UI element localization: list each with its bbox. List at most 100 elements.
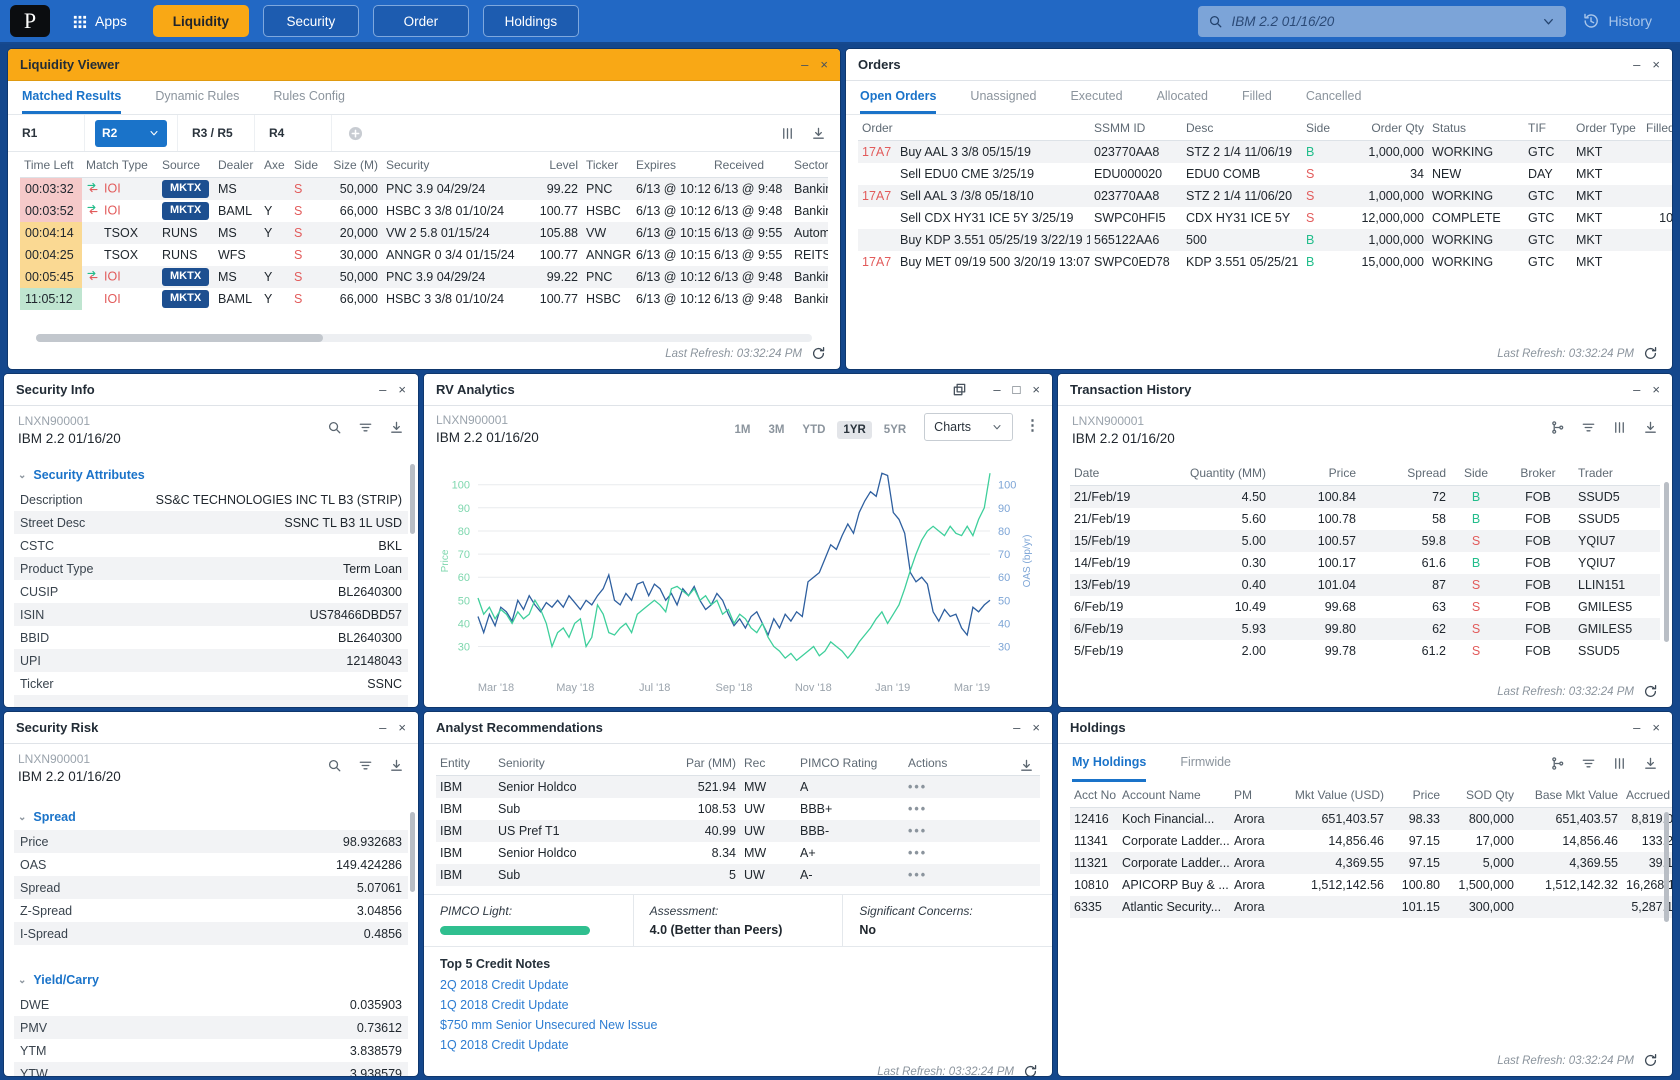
- rule-tab-r3-r5[interactable]: R3 / R5: [177, 115, 255, 151]
- attribute-row[interactable]: YTM3.838579: [14, 1039, 408, 1062]
- range-1yr[interactable]: 1YR: [837, 421, 871, 439]
- attribute-row[interactable]: PMV0.73612: [14, 1016, 408, 1039]
- analyst-row[interactable]: IBMSenior Holdco521.94 MWA •••: [436, 776, 1040, 799]
- refresh-icon[interactable]: [1643, 346, 1658, 361]
- vertical-scrollbar[interactable]: [410, 812, 415, 892]
- filter-icon[interactable]: [1581, 420, 1596, 435]
- minimize-button[interactable]: –: [1633, 58, 1640, 71]
- attribute-row[interactable]: YTW3.938579: [14, 1062, 408, 1076]
- download-icon[interactable]: [811, 126, 826, 141]
- add-rule-button[interactable]: [348, 126, 363, 141]
- liquidity-row[interactable]: 11:05:12 IOI MKTX BAMLY S 66,000HSBC 3 3…: [20, 288, 828, 310]
- holding-row[interactable]: 10810APICORP Buy & ...Arora 1,512,142.56…: [1070, 874, 1672, 896]
- attribute-row[interactable]: TickerSSNC: [14, 672, 408, 695]
- hierarchy-icon[interactable]: [1550, 756, 1565, 771]
- range-1m[interactable]: 1M: [728, 421, 756, 439]
- attribute-row[interactable]: Spread5.07061: [14, 876, 408, 899]
- transaction-row[interactable]: 5/Feb/192.0099.78 61.2S FOBSSUD5: [1070, 640, 1660, 662]
- attribute-row[interactable]: OAS149.424286: [14, 853, 408, 876]
- tab-open-orders[interactable]: Open Orders: [860, 81, 936, 114]
- scrollbar-thumb[interactable]: [36, 334, 323, 342]
- transaction-row[interactable]: 14/Feb/190.30100.17 61.6B FOBYQIU7: [1070, 552, 1660, 574]
- nav-holdings-button[interactable]: Holdings: [483, 5, 579, 37]
- holding-row[interactable]: 11321Corporate Ladder...Arora 4,369.5597…: [1070, 852, 1672, 874]
- rule-tab-r4[interactable]: R4: [255, 115, 332, 151]
- close-button[interactable]: ×: [398, 721, 406, 734]
- attribute-row[interactable]: ISINUS78466DBD57: [14, 603, 408, 626]
- nav-security-button[interactable]: Security: [263, 5, 359, 37]
- attribute-row[interactable]: Product TypeTerm Loan: [14, 557, 408, 580]
- liquidity-row[interactable]: 00:04:14 TSOX RUNS MSY S 20,000VW 2 5.8 …: [20, 222, 828, 244]
- transaction-row[interactable]: 6/Feb/195.9399.80 62S FOBGMILES5: [1070, 618, 1660, 640]
- row-actions-icon[interactable]: •••: [908, 868, 927, 882]
- holding-row[interactable]: 6335Atlantic Security...Arora 101.15 300…: [1070, 896, 1672, 918]
- minimize-button[interactable]: –: [379, 721, 386, 734]
- liquidity-row[interactable]: 00:05:45 IOI MKTX MSY S 50,000PNC 3.9 04…: [20, 266, 828, 288]
- download-icon[interactable]: [389, 420, 404, 435]
- attribute-row[interactable]: DescriptionSS&C TECHNOLOGIES INC TL B3 (…: [14, 488, 408, 511]
- attribute-row[interactable]: I-Spread0.4856: [14, 922, 408, 945]
- charts-select[interactable]: Charts: [924, 413, 1013, 441]
- filter-icon[interactable]: [358, 758, 373, 773]
- tab-my-holdings[interactable]: My Holdings: [1072, 744, 1146, 782]
- close-button[interactable]: ×: [398, 383, 406, 396]
- close-button[interactable]: ×: [1652, 58, 1660, 71]
- attribute-row[interactable]: DWE0.035903: [14, 993, 408, 1016]
- minimize-button[interactable]: –: [1013, 721, 1020, 734]
- search-icon[interactable]: [327, 420, 342, 435]
- filter-icon[interactable]: [1581, 756, 1596, 771]
- attribute-row[interactable]: Z-Spread3.04856: [14, 899, 408, 922]
- transaction-row[interactable]: 6/Feb/1910.4999.68 63S FOBGMILES5: [1070, 596, 1660, 618]
- range-3m[interactable]: 3M: [762, 421, 790, 439]
- transaction-row[interactable]: 13/Feb/190.40101.04 87S FOBLLIN151: [1070, 574, 1660, 596]
- tab-allocated[interactable]: Allocated: [1157, 81, 1208, 114]
- minimize-button[interactable]: –: [1633, 721, 1640, 734]
- section-yield-carry[interactable]: ⌄Yield/Carry: [4, 967, 418, 993]
- chevron-down-icon[interactable]: [1541, 14, 1556, 29]
- download-icon[interactable]: [389, 758, 404, 773]
- analyst-row[interactable]: IBMSub5 UWA- •••: [436, 864, 1040, 886]
- liquidity-row[interactable]: 00:04:25 TSOX RUNS WFS S 30,000ANNGR 0 3…: [20, 244, 828, 266]
- filter-icon[interactable]: [358, 420, 373, 435]
- tab-firmwide[interactable]: Firmwide: [1180, 744, 1231, 782]
- refresh-icon[interactable]: [1023, 1064, 1038, 1076]
- maximize-button[interactable]: □: [1013, 383, 1021, 396]
- popout-icon[interactable]: [952, 382, 967, 397]
- tab-rules-config[interactable]: Rules Config: [273, 81, 345, 114]
- minimize-button[interactable]: –: [801, 58, 808, 71]
- transaction-row[interactable]: 15/Feb/195.00100.57 59.8S FOBYQIU7: [1070, 530, 1660, 552]
- transaction-row[interactable]: 21/Feb/195.60100.78 58B FOBSSUD5: [1070, 508, 1660, 530]
- rule-select-r2[interactable]: R2: [95, 120, 167, 147]
- close-button[interactable]: ×: [1032, 721, 1040, 734]
- tab-executed[interactable]: Executed: [1070, 81, 1122, 114]
- row-actions-icon[interactable]: •••: [908, 846, 927, 860]
- range-ytd[interactable]: YTD: [796, 421, 831, 439]
- pimco-logo[interactable]: P: [10, 5, 50, 37]
- nav-order-button[interactable]: Order: [373, 5, 469, 37]
- tab-cancelled[interactable]: Cancelled: [1306, 81, 1362, 114]
- columns-icon[interactable]: [1612, 420, 1627, 435]
- nav-liquidity-button[interactable]: Liquidity: [153, 5, 249, 37]
- close-button[interactable]: ×: [1032, 383, 1040, 396]
- credit-note-link[interactable]: 2Q 2018 Credit Update: [440, 978, 1036, 992]
- row-actions-icon[interactable]: •••: [908, 824, 927, 838]
- liquidity-row[interactable]: 00:03:52 IOI MKTX BAMLY S 66,000HSBC 3 3…: [20, 200, 828, 222]
- holding-row[interactable]: 12416Koch Financial...Arora 651,403.5798…: [1070, 808, 1672, 831]
- download-icon[interactable]: [1019, 758, 1034, 773]
- refresh-icon[interactable]: [1643, 684, 1658, 699]
- download-icon[interactable]: [1643, 420, 1658, 435]
- minimize-button[interactable]: –: [1633, 383, 1640, 396]
- attribute-row[interactable]: UPI12148043: [14, 649, 408, 672]
- hierarchy-icon[interactable]: [1550, 420, 1565, 435]
- vertical-scrollbar[interactable]: [1664, 482, 1669, 642]
- refresh-icon[interactable]: [1643, 1053, 1658, 1068]
- attribute-row[interactable]: Street DescSSNC TL B3 1L USD: [14, 511, 408, 534]
- order-row[interactable]: 17A7Buy AAL 3 3/8 05/15/19 023770AA8STZ …: [858, 141, 1672, 164]
- rule-tab-r1[interactable]: R1: [8, 115, 85, 151]
- row-actions-icon[interactable]: •••: [908, 802, 927, 816]
- vertical-scrollbar[interactable]: [1664, 812, 1669, 922]
- attribute-row[interactable]: CSTCBKL: [14, 534, 408, 557]
- order-row[interactable]: 17A7Buy MET 09/19 500 3/20/19 13:078 SWP…: [858, 251, 1672, 273]
- analyst-row[interactable]: IBMUS Pref T140.99 UWBBB- •••: [436, 820, 1040, 842]
- credit-note-link[interactable]: 1Q 2018 Credit Update: [440, 998, 1036, 1012]
